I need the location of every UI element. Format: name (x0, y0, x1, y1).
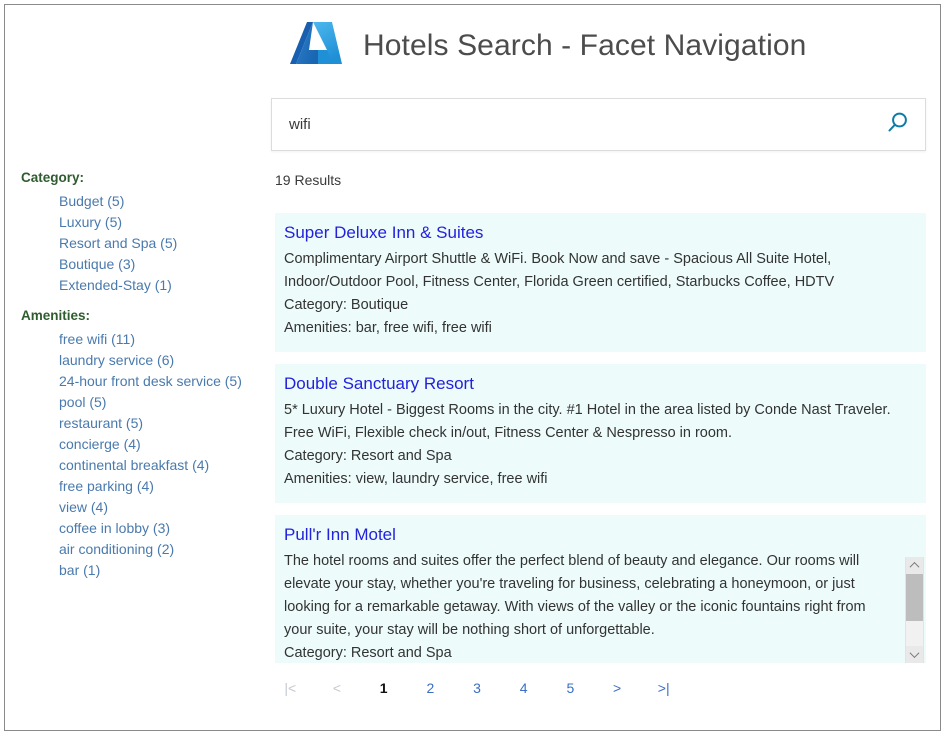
facet-link-extended-stay[interactable]: Extended-Stay (1) (59, 277, 172, 293)
facet-list-category: Budget (5) Luxury (5) Resort and Spa (5)… (19, 191, 267, 296)
result-title-link[interactable]: Super Deluxe Inn & Suites (284, 223, 910, 243)
pagination-page-1[interactable]: 1 (360, 680, 407, 696)
facet-item: air conditioning (2) (59, 539, 267, 560)
scrollbar-thumb[interactable] (906, 574, 923, 621)
result-card[interactable]: Double Sanctuary Resort 5* Luxury Hotel … (275, 364, 926, 503)
facet-list-amenities: free wifi (11) laundry service (6) 24-ho… (19, 329, 267, 581)
facet-item: 24-hour front desk service (5) (59, 371, 267, 392)
pagination-page-2[interactable]: 2 (407, 680, 454, 696)
pagination-next[interactable]: > (594, 680, 641, 696)
facet-link-view[interactable]: view (4) (59, 499, 108, 515)
facet-link-pool[interactable]: pool (5) (59, 394, 106, 410)
facet-group-category: Category: Budget (5) Luxury (5) Resort a… (19, 170, 267, 296)
facet-group-heading: Amenities: (21, 308, 267, 323)
result-description: Complimentary Airport Shuttle & WiFi. Bo… (284, 248, 896, 294)
result-category: Category: Resort and Spa (284, 642, 910, 663)
search-input[interactable] (272, 99, 871, 150)
pagination-page-5[interactable]: 5 (547, 680, 594, 696)
facet-item: Luxury (5) (59, 212, 267, 233)
result-description: The hotel rooms and suites offer the per… (284, 550, 896, 642)
facet-item: restaurant (5) (59, 413, 267, 434)
facet-sidebar: Category: Budget (5) Luxury (5) Resort a… (5, 170, 267, 593)
result-amenities: Amenities: bar, free wifi, free wifi (284, 317, 910, 340)
facet-link-laundry-service[interactable]: laundry service (6) (59, 352, 174, 368)
result-title-link[interactable]: Double Sanctuary Resort (284, 374, 910, 394)
pagination-page-4[interactable]: 4 (500, 680, 547, 696)
results-scrollbar[interactable] (905, 557, 924, 663)
facet-item: view (4) (59, 497, 267, 518)
search-icon (885, 110, 911, 139)
chevron-down-icon (910, 648, 920, 658)
results-list: Super Deluxe Inn & Suites Complimentary … (275, 213, 926, 663)
scrollbar-down-button[interactable] (906, 646, 923, 663)
facet-item: pool (5) (59, 392, 267, 413)
search-area (271, 98, 926, 151)
facet-item: free parking (4) (59, 476, 267, 497)
page-title: Hotels Search - Facet Navigation (363, 29, 806, 63)
facet-link-restaurant[interactable]: restaurant (5) (59, 415, 143, 431)
results-count: 19 Results (275, 172, 341, 188)
azure-logo-icon (287, 19, 345, 73)
facet-link-boutique[interactable]: Boutique (3) (59, 256, 135, 272)
facet-link-bar[interactable]: bar (1) (59, 562, 100, 578)
pagination: |< < 1 2 3 4 5 > >| (267, 680, 687, 696)
facet-item: Boutique (3) (59, 254, 267, 275)
chevron-up-icon (910, 562, 920, 572)
facet-link-budget[interactable]: Budget (5) (59, 193, 124, 209)
facet-item: Extended-Stay (1) (59, 275, 267, 296)
pagination-prev[interactable]: < (314, 680, 361, 696)
result-amenities: Amenities: view, laundry service, free w… (284, 468, 910, 491)
facet-link-free-parking[interactable]: free parking (4) (59, 478, 154, 494)
search-button[interactable] (871, 99, 925, 150)
result-category: Category: Resort and Spa (284, 445, 910, 468)
pagination-last[interactable]: >| (640, 680, 687, 696)
facet-item: free wifi (11) (59, 329, 267, 350)
facet-item: concierge (4) (59, 434, 267, 455)
result-card[interactable]: Super Deluxe Inn & Suites Complimentary … (275, 213, 926, 352)
page-header: Hotels Search - Facet Navigation (271, 9, 931, 83)
facet-link-free-wifi[interactable]: free wifi (11) (59, 331, 135, 347)
facet-item: coffee in lobby (3) (59, 518, 267, 539)
facet-link-resort-and-spa[interactable]: Resort and Spa (5) (59, 235, 177, 251)
facet-link-continental-breakfast[interactable]: continental breakfast (4) (59, 457, 209, 473)
result-title-link[interactable]: Pull'r Inn Motel (284, 525, 910, 545)
result-description: 5* Luxury Hotel - Biggest Rooms in the c… (284, 399, 896, 445)
result-category: Category: Boutique (284, 294, 910, 317)
scrollbar-up-button[interactable] (906, 557, 923, 574)
facet-item: Resort and Spa (5) (59, 233, 267, 254)
facet-link-coffee-in-lobby[interactable]: coffee in lobby (3) (59, 520, 170, 536)
facet-link-concierge[interactable]: concierge (4) (59, 436, 141, 452)
pagination-page-3[interactable]: 3 (454, 680, 501, 696)
scrollbar-track[interactable] (906, 574, 923, 646)
facet-group-heading: Category: (21, 170, 267, 185)
facet-item: bar (1) (59, 560, 267, 581)
facet-link-air-conditioning[interactable]: air conditioning (2) (59, 541, 174, 557)
facet-link-luxury[interactable]: Luxury (5) (59, 214, 122, 230)
search-box (271, 98, 926, 151)
facet-group-amenities: Amenities: free wifi (11) laundry servic… (19, 308, 267, 581)
app-window: Hotels Search - Facet Navigation Categor… (4, 4, 941, 731)
pagination-first[interactable]: |< (267, 680, 314, 696)
facet-item: continental breakfast (4) (59, 455, 267, 476)
facet-link-24-hour-front-desk-service[interactable]: 24-hour front desk service (5) (59, 373, 242, 389)
facet-item: Budget (5) (59, 191, 267, 212)
facet-item: laundry service (6) (59, 350, 267, 371)
result-card[interactable]: Pull'r Inn Motel The hotel rooms and sui… (275, 515, 926, 663)
